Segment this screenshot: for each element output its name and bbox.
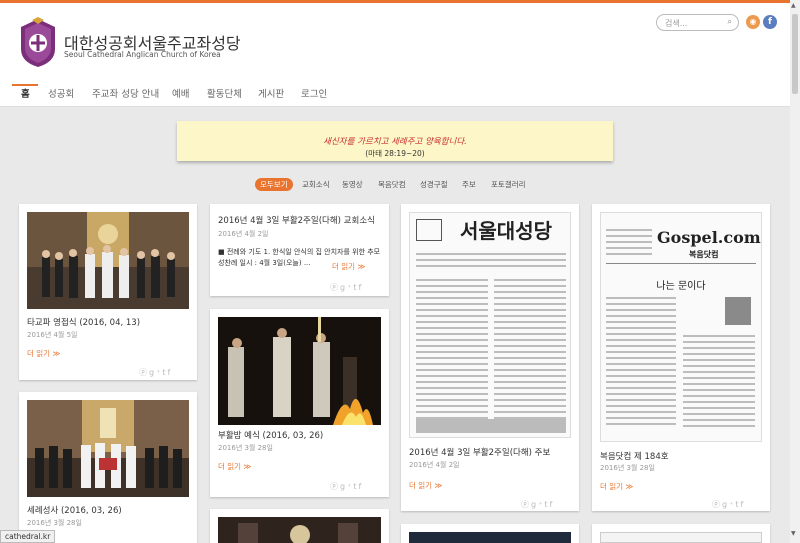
nav-anglican[interactable]: 성공회 xyxy=(48,86,74,100)
pinterest-icon[interactable]: ⓟ xyxy=(139,368,149,377)
post-card[interactable]: 타교파 영접식 (2016, 04, 13) 2016년 4월 5일 더 읽기 … xyxy=(19,204,197,380)
newsletter-preview[interactable]: Gospel.com 복음닷컴 나는 문이다 xyxy=(600,212,762,442)
post-title[interactable]: 타교파 영접식 (2016, 04, 13) xyxy=(27,316,140,328)
post-card[interactable]: 2016년 4월 3일 부활2주일(다해) 교회소식 2016년 4월 2일 ■… xyxy=(210,204,389,296)
newsletter-column-right xyxy=(683,331,755,431)
post-thumbnail[interactable] xyxy=(218,517,381,543)
vertical-scrollbar[interactable]: ▲ ▼ xyxy=(790,0,800,543)
post-title[interactable]: 2016년 4월 3일 부활2주일(다해) 주보 xyxy=(409,446,550,458)
search-input[interactable]: 검색... ⌕ xyxy=(656,14,739,31)
facebook-share-icon[interactable]: f xyxy=(358,482,363,491)
read-more-link[interactable]: 더 읽기 ≫ xyxy=(409,480,442,491)
filter-scripture[interactable]: 성경구절 xyxy=(420,179,448,190)
post-date: 2016년 3월 28일 xyxy=(600,464,655,472)
post-card[interactable]: 서울대성당 2016년 4월 3일 부활2주일(다해) 주보 2016년 4월 … xyxy=(401,204,579,511)
post-title[interactable]: 부활밤 예식 (2016, 03, 26) xyxy=(218,429,323,441)
post-thumbnail[interactable] xyxy=(409,532,571,543)
search-icon[interactable]: ⌕ xyxy=(728,17,732,27)
post-card[interactable] xyxy=(401,524,579,543)
read-more-link[interactable]: 더 읽기 ≫ xyxy=(600,481,633,492)
site-header: 대한성공회서울주교좌성당 Seoul Cathedral Anglican Ch… xyxy=(0,3,790,107)
post-card[interactable]: 세례성사 (2016, 03, 26) 2016년 3월 28일 xyxy=(19,392,197,543)
post-card[interactable] xyxy=(210,509,389,543)
pinterest-icon[interactable]: ⓟ xyxy=(330,283,340,292)
post-title[interactable]: 2016년 4월 3일 부활2주일(다해) 교회소식 xyxy=(218,214,375,226)
share-icons[interactable]: ⓟg⁺tf xyxy=(712,499,745,510)
newsletter-heading: 나는 문이다 xyxy=(656,281,706,292)
nav-worship[interactable]: 예배 xyxy=(172,86,189,100)
post-date: 2016년 4월 2일 xyxy=(218,230,269,238)
share-icons[interactable]: ⓟg⁺tf xyxy=(139,367,172,378)
share-icons[interactable]: ⓟg⁺tf xyxy=(521,499,554,510)
post-thumbnail[interactable] xyxy=(218,317,381,425)
newsletter-divider xyxy=(606,263,756,264)
bulletin-preview[interactable]: 서울대성당 xyxy=(409,212,571,438)
cathedral-drawing xyxy=(416,219,442,241)
filter-all[interactable]: 모두보기 xyxy=(255,178,293,191)
bulletin-masthead: 서울대성당 xyxy=(460,219,552,243)
banner-reference: (마태 28:19~20) xyxy=(365,149,425,158)
post-thumbnail[interactable] xyxy=(600,532,762,543)
post-thumbnail[interactable] xyxy=(27,212,189,309)
post-card[interactable]: Gospel.com 복음닷컴 나는 문이다 복음닷컴 제 184호 2016년… xyxy=(592,204,770,511)
share-icons[interactable]: ⓟg⁺tf xyxy=(330,282,363,293)
googleplus-icon[interactable]: g⁺ xyxy=(340,283,353,292)
scrollbar-thumb[interactable] xyxy=(792,14,798,94)
facebook-share-icon[interactable]: f xyxy=(167,368,172,377)
facebook-share-icon[interactable]: f xyxy=(358,283,363,292)
scroll-up-arrow-icon[interactable]: ▲ xyxy=(791,2,796,9)
pinterest-icon[interactable]: ⓟ xyxy=(521,500,531,509)
bulletin-footer xyxy=(416,419,566,433)
newsletter-masthead-sub: 복음닷컴 xyxy=(689,250,719,259)
search-placeholder: 검색... xyxy=(665,19,688,28)
pinterest-icon[interactable]: ⓟ xyxy=(712,500,722,509)
nav-groups[interactable]: 활동단체 xyxy=(207,86,242,100)
post-date: 2016년 4월 2일 xyxy=(409,461,460,469)
filter-church-news[interactable]: 교회소식 xyxy=(302,179,330,190)
facebook-icon[interactable]: f xyxy=(763,15,777,29)
filter-gospel-com[interactable]: 복음닷컴 xyxy=(378,179,406,190)
filter-videos[interactable]: 동영상 xyxy=(342,179,363,190)
church-logo[interactable] xyxy=(18,17,58,69)
share-icons[interactable]: ⓟg⁺tf xyxy=(330,481,363,492)
googleplus-icon[interactable]: g⁺ xyxy=(531,500,544,509)
post-card[interactable] xyxy=(592,524,770,543)
bulletin-column-left xyxy=(416,275,488,423)
post-card[interactable]: 부활밤 예식 (2016, 03, 26) 2016년 3월 28일 더 읽기 … xyxy=(210,309,389,497)
newsletter-header-lines xyxy=(606,225,652,259)
pinterest-icon[interactable]: ⓟ xyxy=(330,482,340,491)
filter-photo-gallery[interactable]: 포토갤러리 xyxy=(491,179,526,190)
post-title[interactable]: 복음닷컴 제 184호 xyxy=(600,450,669,462)
nav-home[interactable]: 홈 xyxy=(21,86,30,100)
nav-cathedral-guide[interactable]: 주교좌 성당 안내 xyxy=(92,86,159,100)
post-title[interactable]: 세례성사 (2016, 03, 26) xyxy=(27,504,122,516)
post-date: 2016년 3월 28일 xyxy=(218,444,273,452)
rss-icon[interactable]: ◉ xyxy=(746,15,760,29)
read-more-link[interactable]: 더 읽기 ≫ xyxy=(27,348,60,359)
newsletter-masthead: Gospel.com xyxy=(657,228,761,247)
filter-bulletin[interactable]: 주보 xyxy=(462,179,476,190)
googleplus-icon[interactable]: g⁺ xyxy=(340,482,353,491)
site-subtitle: Seoul Cathedral Anglican Church of Korea xyxy=(64,50,221,59)
nav-board[interactable]: 게시판 xyxy=(258,86,284,100)
banner-text: 새신자를 가르치고 세례주고 양육합니다. xyxy=(323,137,467,147)
post-thumbnail[interactable] xyxy=(27,400,189,497)
bulletin-header-lines xyxy=(416,249,566,271)
newsletter-column-left xyxy=(606,293,676,429)
scripture-banner: 새신자를 가르치고 세례주고 양육합니다. (마태 28:19~20) xyxy=(177,121,613,161)
googleplus-icon[interactable]: g⁺ xyxy=(149,368,162,377)
facebook-share-icon[interactable]: f xyxy=(740,500,745,509)
scroll-down-arrow-icon[interactable]: ▼ xyxy=(791,530,796,537)
read-more-link[interactable]: 더 읽기 ≫ xyxy=(218,461,251,472)
read-more-link[interactable]: 더 읽기 ≫ xyxy=(332,261,365,272)
facebook-share-icon[interactable]: f xyxy=(549,500,554,509)
post-date: 2016년 4월 5일 xyxy=(27,331,78,339)
browser-status-bar: cathedral.kr xyxy=(0,530,56,543)
author-photo xyxy=(725,297,751,325)
post-date: 2016년 3월 28일 xyxy=(27,519,82,527)
googleplus-icon[interactable]: g⁺ xyxy=(722,500,735,509)
category-filters: 모두보기 교회소식 동영상 복음닷컴 성경구절 주보 포토갤러리 xyxy=(0,178,790,191)
bulletin-column-right xyxy=(494,275,566,423)
nav-login[interactable]: 로그인 xyxy=(301,86,327,100)
